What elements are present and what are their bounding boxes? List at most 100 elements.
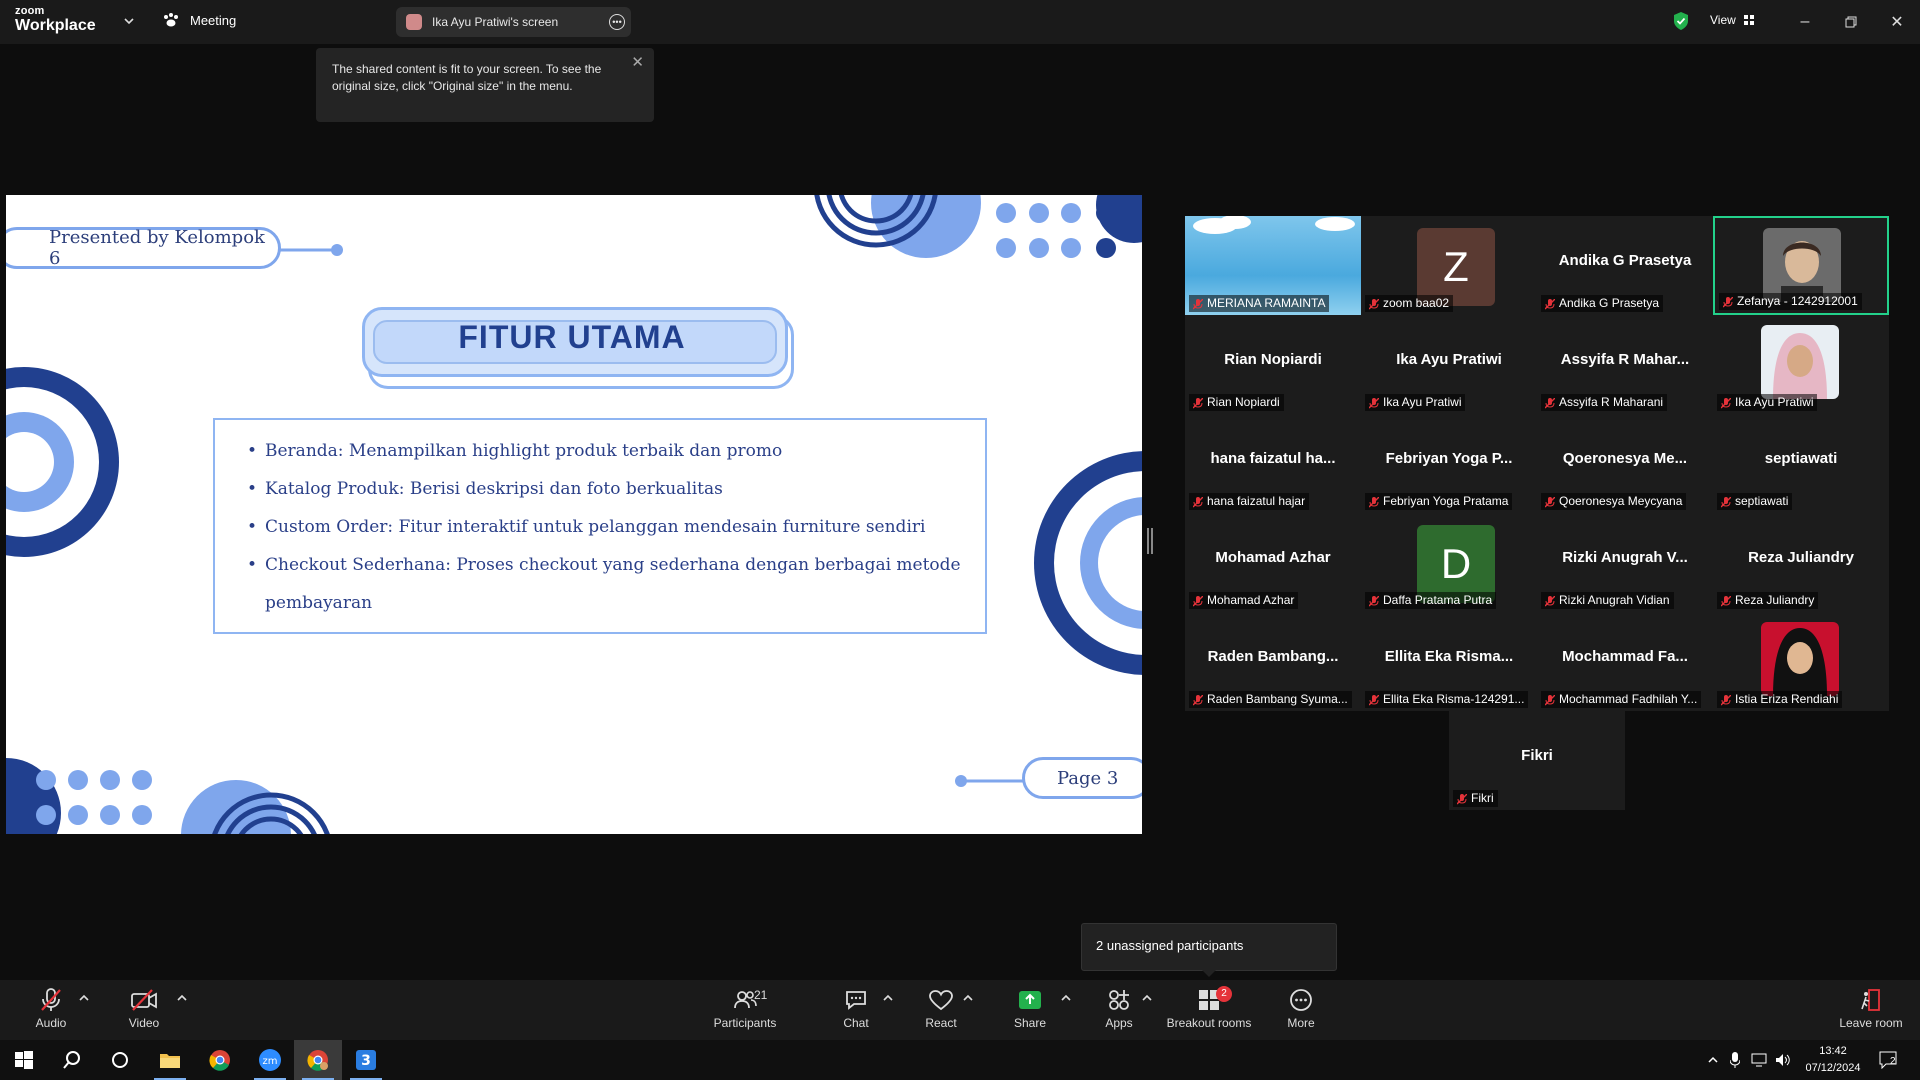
participant-name-label: Zefanya - 1242912001 <box>1719 293 1862 310</box>
chevron-up-icon[interactable] <box>882 992 894 1004</box>
participant-tile[interactable]: Qoeronesya Me... Qoeronesya Meycyana <box>1537 414 1713 513</box>
mic-muted-icon <box>1368 397 1380 409</box>
notification-count: 2 <box>1890 1056 1896 1067</box>
participant-name: Qoeronesya Meycyana <box>1559 494 1683 508</box>
participant-name: hana faizatul hajar <box>1207 494 1306 508</box>
participant-tile[interactable]: Mochammad Fa... Mochammad Fadhilah Y... <box>1537 612 1713 711</box>
video-off-icon <box>131 989 157 1011</box>
participant-name-label: Assyifa R Maharani <box>1541 394 1668 411</box>
network-icon[interactable] <box>1750 1050 1768 1070</box>
svg-text:3: 3 <box>361 1053 371 1069</box>
search-icon[interactable] <box>48 1040 96 1080</box>
screen-share-pill[interactable]: Ika Ayu Pratiwi's screen ••• <box>396 7 631 37</box>
apps-label: Apps <box>1105 1016 1133 1030</box>
participant-tile[interactable]: hana faizatul ha... hana faizatul hajar <box>1185 414 1361 513</box>
chrome-profile-icon[interactable] <box>294 1040 342 1080</box>
minimize-icon[interactable]: – <box>1792 9 1818 35</box>
volume-icon[interactable] <box>1774 1050 1792 1070</box>
shield-icon[interactable] <box>1672 11 1690 31</box>
participant-name-label: Ellita Eka Risma-124291... <box>1365 691 1529 708</box>
meeting-menu[interactable]: Meeting <box>162 12 236 28</box>
participant-tile[interactable]: Zefanya - 1242912001 <box>1713 216 1889 315</box>
breakout-badge: 2 <box>1216 986 1232 1002</box>
restore-icon[interactable] <box>1838 9 1864 35</box>
leave-room-button[interactable]: Leave room <box>1826 986 1916 1030</box>
participant-display-name: hana faizatul ha... <box>1210 450 1336 467</box>
windows-start-icon[interactable] <box>0 1040 48 1080</box>
page-number-pill: Page 3 <box>1022 757 1142 799</box>
participant-name: Ika Ayu Pratiwi <box>1735 395 1814 409</box>
more-options-icon[interactable]: ••• <box>609 14 625 30</box>
shared-screen: Presented by Kelompok 6 FITUR UTAMA Bera… <box>6 195 1142 834</box>
mic-muted-icon <box>1368 496 1380 508</box>
participant-tile[interactable]: Rizki Anugrah V... Rizki Anugrah Vidian <box>1537 513 1713 612</box>
participant-tile[interactable]: Rian Nopiardi Rian Nopiardi <box>1185 315 1361 414</box>
participant-tile[interactable]: Raden Bambang... Raden Bambang Syuma... <box>1185 612 1361 711</box>
chevron-up-icon[interactable] <box>1706 1050 1720 1070</box>
mic-muted-icon <box>1720 595 1732 607</box>
participant-tile[interactable]: Ika Ayu Pratiwi <box>1713 315 1889 414</box>
mic-muted-icon <box>1456 793 1468 805</box>
participant-tile[interactable]: Assyifa R Mahar... Assyifa R Maharani <box>1537 315 1713 414</box>
task-view-icon[interactable] <box>96 1040 144 1080</box>
more-button[interactable]: More <box>1256 986 1346 1030</box>
participant-tile[interactable]: Febriyan Yoga P... Febriyan Yoga Pratama <box>1361 414 1537 513</box>
system-clock[interactable]: 13:42 07/12/2024 <box>1798 1043 1868 1077</box>
file-explorer-icon[interactable] <box>146 1040 194 1080</box>
participant-name: zoom baa02 <box>1383 296 1450 310</box>
chevron-up-icon[interactable] <box>1141 992 1153 1004</box>
participant-name-label: Ika Ayu Pratiwi <box>1717 394 1818 411</box>
participant-tile[interactable]: Ellita Eka Risma... Ellita Eka Risma-1242… <box>1361 612 1537 711</box>
resize-handle[interactable] <box>1147 528 1153 554</box>
title-bar: zoom Workplace Meeting Ika Ayu Pratiwi's… <box>0 0 1920 44</box>
mic-muted-icon <box>1192 298 1204 310</box>
participant-tile[interactable]: Istia Eriza Rendiahi <box>1713 612 1889 711</box>
breakout-rooms-button[interactable]: 2 Breakout rooms <box>1164 986 1254 1030</box>
participant-name-label: Raden Bambang Syuma... <box>1189 691 1352 708</box>
participant-tile[interactable]: Mohamad Azhar Mohamad Azhar <box>1185 513 1361 612</box>
participant-display-name: Febriyan Yoga P... <box>1385 450 1513 467</box>
participant-tile[interactable]: Ika Ayu Pratiwi Ika Ayu Pratiwi <box>1361 315 1537 414</box>
participant-display-name: Rizki Anugrah V... <box>1562 549 1688 566</box>
participant-tile[interactable]: Zzoom baa02 <box>1361 216 1537 315</box>
chevron-up-icon[interactable] <box>176 992 188 1004</box>
close-icon[interactable]: ✕ <box>631 54 644 71</box>
mic-icon[interactable] <box>1728 1050 1742 1070</box>
participant-display-name: Mohamad Azhar <box>1215 549 1331 566</box>
chrome-icon[interactable] <box>196 1040 244 1080</box>
close-icon[interactable]: ✕ <box>1884 9 1910 35</box>
participants-button[interactable]: 21 Participants <box>700 986 790 1030</box>
participant-name: Ika Ayu Pratiwi <box>1383 395 1462 409</box>
view-button[interactable]: View <box>1710 13 1754 27</box>
chevron-up-icon[interactable] <box>78 992 90 1004</box>
participant-tile[interactable]: septiawati septiawati <box>1713 414 1889 513</box>
chevron-up-icon[interactable] <box>1060 992 1072 1004</box>
participant-gallery: MERIANA RAMAINTA Zzoom baa02 Andika G Pras… <box>1185 216 1889 810</box>
participant-tile[interactable]: Fikri Fikri <box>1449 711 1625 810</box>
participant-tile[interactable]: MERIANA RAMAINTA <box>1185 216 1361 315</box>
chevron-down-icon[interactable] <box>122 14 136 28</box>
participant-display-name: Mochammad Fa... <box>1562 648 1688 665</box>
chevron-up-icon[interactable] <box>962 992 974 1004</box>
mic-muted-icon <box>1544 397 1556 409</box>
clock-time: 13:42 <box>1819 1045 1847 1057</box>
zoom-app-icon[interactable]: zm <box>246 1040 294 1080</box>
slide-title: FITUR UTAMA <box>458 319 686 355</box>
participant-name-label: Qoeronesya Meycyana <box>1541 493 1687 510</box>
view-label: View <box>1710 13 1736 27</box>
participant-name-label: Fikri <box>1453 790 1498 807</box>
unassigned-participants-popup[interactable]: 2 unassigned participants <box>1081 923 1337 977</box>
participant-name: Andika G Prasetya <box>1559 296 1660 310</box>
participant-name-label: Reza Juliandry <box>1717 592 1819 609</box>
clock-date: 07/12/2024 <box>1805 1062 1861 1074</box>
participant-tile[interactable]: Reza Juliandry Reza Juliandry <box>1713 513 1889 612</box>
app-3-icon[interactable]: 3 <box>342 1040 390 1080</box>
logo-line1: zoom <box>15 5 45 17</box>
participant-tile[interactable]: Andika G Prasetya Andika G Prasetya <box>1537 216 1713 315</box>
participant-display-name: Raden Bambang... <box>1207 648 1339 665</box>
participant-name: MERIANA RAMAINTA <box>1207 296 1326 310</box>
notification-icon[interactable]: 2 <box>1876 1050 1902 1070</box>
participant-name: Rian Nopiardi <box>1207 395 1280 409</box>
participant-name-label: Mohamad Azhar <box>1189 592 1299 609</box>
participant-tile[interactable]: D Daffa Pratama Putra <box>1361 513 1537 612</box>
